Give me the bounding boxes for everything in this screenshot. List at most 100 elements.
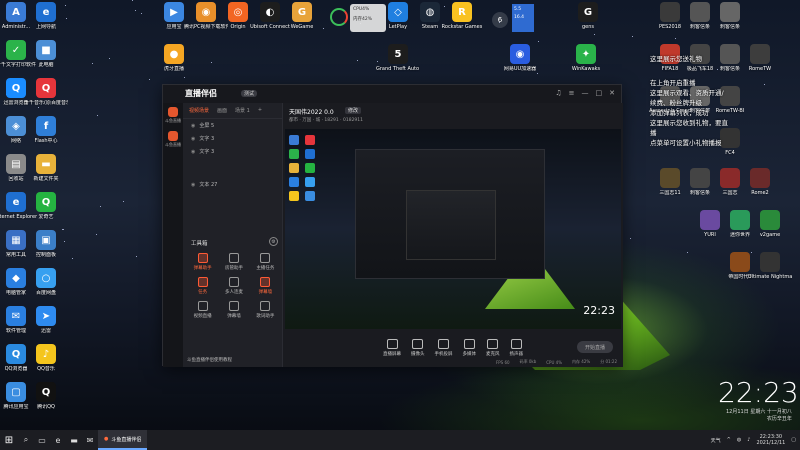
source-button[interactable]: 摄像头: [411, 339, 425, 357]
desktop-icon[interactable]: ● 虎牙直播: [154, 44, 194, 72]
chat-icon[interactable]: ✉: [82, 430, 98, 450]
sidebar-item-douyu-2[interactable]: 斗鱼直播: [163, 127, 183, 151]
app-icon: ▦: [6, 230, 26, 250]
desktop-icon[interactable]: v2game: [750, 210, 790, 238]
desktop-icon[interactable]: ▬ 新建文件夹: [26, 154, 66, 182]
desktop-icon[interactable]: e 上网导航: [26, 2, 66, 30]
tool-button[interactable]: 房管助手: [218, 253, 249, 271]
scene-item[interactable]: ◉ 文字 3: [183, 132, 282, 145]
desktop-clock: 22:23: [718, 376, 799, 409]
desktop-icon-label: 三国志11: [659, 190, 681, 196]
eye-icon[interactable]: ◉: [191, 136, 195, 142]
status-item: 分 01:22: [600, 359, 617, 364]
desktop-icon-label: Rome2: [751, 190, 769, 196]
desktop-icon[interactable]: RomeTW: [740, 44, 780, 72]
desktop-icon-label: 刺客信条: [689, 190, 710, 196]
task-view-icon[interactable]: ▭: [34, 430, 50, 450]
tool-label: 歌词助手: [256, 314, 275, 319]
sidebar-item-douyu[interactable]: 斗鱼直播: [163, 103, 183, 127]
taskbar-clock[interactable]: 22:23:30 2021/12/11: [756, 434, 785, 446]
volume-icon[interactable]: ♪: [747, 437, 750, 443]
notification-icon[interactable]: ▢: [791, 437, 796, 443]
maximize-icon[interactable]: □: [596, 89, 603, 97]
taskbar-date: 2021/12/11: [756, 440, 786, 446]
desktop-icon[interactable]: ➤ 迅雷: [26, 306, 66, 334]
tab-scene[interactable]: 视频场景: [189, 107, 209, 114]
desktop-icon[interactable]: f Flash中心: [26, 116, 66, 144]
close-icon[interactable]: ✕: [609, 89, 615, 97]
bell-icon[interactable]: ♫: [555, 89, 561, 97]
desktop-icon[interactable]: ♪ QQ音乐: [26, 344, 66, 372]
menu-icon[interactable]: ≡: [569, 89, 575, 97]
add-scene-icon[interactable]: +: [258, 107, 262, 114]
desktop-icon[interactable]: ✦ WinKawaks: [566, 44, 606, 72]
app-icon: G: [578, 2, 598, 22]
desktop-icon[interactable]: ▣ 控制面板: [26, 230, 66, 258]
desktop-icon[interactable]: Q 腾讯QQ: [26, 382, 66, 410]
desktop-icon-label: 网络: [10, 138, 21, 144]
source-button[interactable]: 直播屏幕: [383, 339, 401, 357]
tool-button[interactable]: 弹幕助手: [187, 253, 218, 271]
tab-screen[interactable]: 画面: [217, 107, 227, 114]
ie-icon[interactable]: e: [50, 430, 66, 450]
windows-start-icon[interactable]: ⊞: [0, 430, 18, 450]
tool-icon: [260, 301, 271, 311]
desktop-icon[interactable]: Q 爱奇艺: [26, 192, 66, 220]
status-item: CPU 4%: [546, 359, 563, 365]
streaming-app-window[interactable]: 直播伴侣 测试 ♫ ≡ — □ ✕ 斗鱼直播 斗鱼直播 视频场景 画面 场景 1…: [162, 84, 623, 367]
scene-item[interactable]: ◉ 全屏 5: [183, 119, 282, 132]
desktop-icon[interactable]: 5 Grand Theft Auto V: [376, 44, 420, 72]
chevron-up-icon[interactable]: ^: [727, 437, 731, 443]
desktop-icon[interactable]: ■ 此电脑: [26, 40, 66, 68]
tool-button[interactable]: 主播任务: [250, 253, 281, 271]
eye-icon[interactable]: ◉: [191, 149, 195, 155]
tutorial-link[interactable]: 斗鱼直播伴侣使用教程: [187, 357, 232, 363]
tool-label: 任务: [198, 290, 208, 295]
desktop-icon[interactable]: ○ 百度网盘: [26, 268, 66, 296]
scene-item[interactable]: ◉ 文字 3: [183, 145, 282, 158]
gear-icon[interactable]: ⚙: [269, 237, 278, 246]
desktop-icon-label: Origin: [230, 24, 246, 30]
desktop-icon[interactable]: 刺客信条: [710, 2, 750, 30]
eye-icon[interactable]: ◉: [191, 123, 195, 129]
source-button[interactable]: 麦克风: [486, 339, 500, 357]
desktop-icon[interactable]: ◉ 网易UU加速器: [500, 44, 540, 72]
weather-label[interactable]: 天气: [711, 437, 721, 444]
desktop-icon[interactable]: Ggens: [568, 2, 608, 30]
desktop-icon[interactable]: G WeGame: [282, 2, 322, 30]
eye-icon[interactable]: ◉: [191, 182, 195, 188]
tab-scene-1[interactable]: 场景 1: [235, 107, 250, 114]
app-icon: ◈: [6, 116, 26, 136]
minimize-icon[interactable]: —: [582, 89, 589, 97]
title-bar[interactable]: 直播伴侣 测试 ♫ ≡ — □ ✕: [163, 85, 621, 103]
edit-room-button[interactable]: 修改: [345, 107, 362, 114]
start-live-button[interactable]: 开始直播: [577, 341, 613, 353]
desktop-icon-label: 迅雷: [40, 328, 51, 334]
desktop-icon[interactable]: Ultimate Nightmare: [748, 252, 792, 280]
app-icon: ♪: [36, 344, 56, 364]
star: [632, 35, 634, 37]
stream-preview[interactable]: 22:23: [285, 129, 621, 329]
tool-button[interactable]: 多人连麦: [218, 277, 249, 295]
source-button[interactable]: 手机投屏: [435, 339, 453, 357]
desktop-icon[interactable]: Q 千千音乐(原百度音乐): [24, 78, 68, 106]
source-button[interactable]: 多媒体: [463, 339, 476, 357]
desktop-icon[interactable]: Rome2: [740, 168, 780, 196]
source-button[interactable]: 扬声器: [510, 339, 523, 357]
network-icon[interactable]: ◍: [737, 437, 741, 443]
tool-button[interactable]: 视频直播: [187, 301, 218, 319]
tool-button[interactable]: 弹幕墙: [218, 301, 249, 319]
tool-button[interactable]: 歌词助手: [250, 301, 281, 319]
search-icon[interactable]: ⌕: [18, 430, 34, 450]
folder-icon[interactable]: ▬: [66, 430, 82, 450]
cpu-widget[interactable]: CPU4% 内存42%: [350, 4, 386, 32]
taskbar-app-douyu[interactable]: ● 斗鱼直播伴侣: [98, 430, 148, 450]
tool-button[interactable]: 任务: [187, 277, 218, 295]
desktop-icon[interactable]: R Rockstar Games: [442, 2, 482, 30]
scene-item[interactable]: ◉ 文本 27: [183, 178, 282, 191]
app-icon: R: [452, 2, 472, 22]
speed-widget[interactable]: 6: [492, 12, 508, 28]
tool-button[interactable]: 弹幕墙: [250, 277, 281, 295]
tool-icon: [197, 253, 208, 263]
star: [149, 79, 151, 81]
